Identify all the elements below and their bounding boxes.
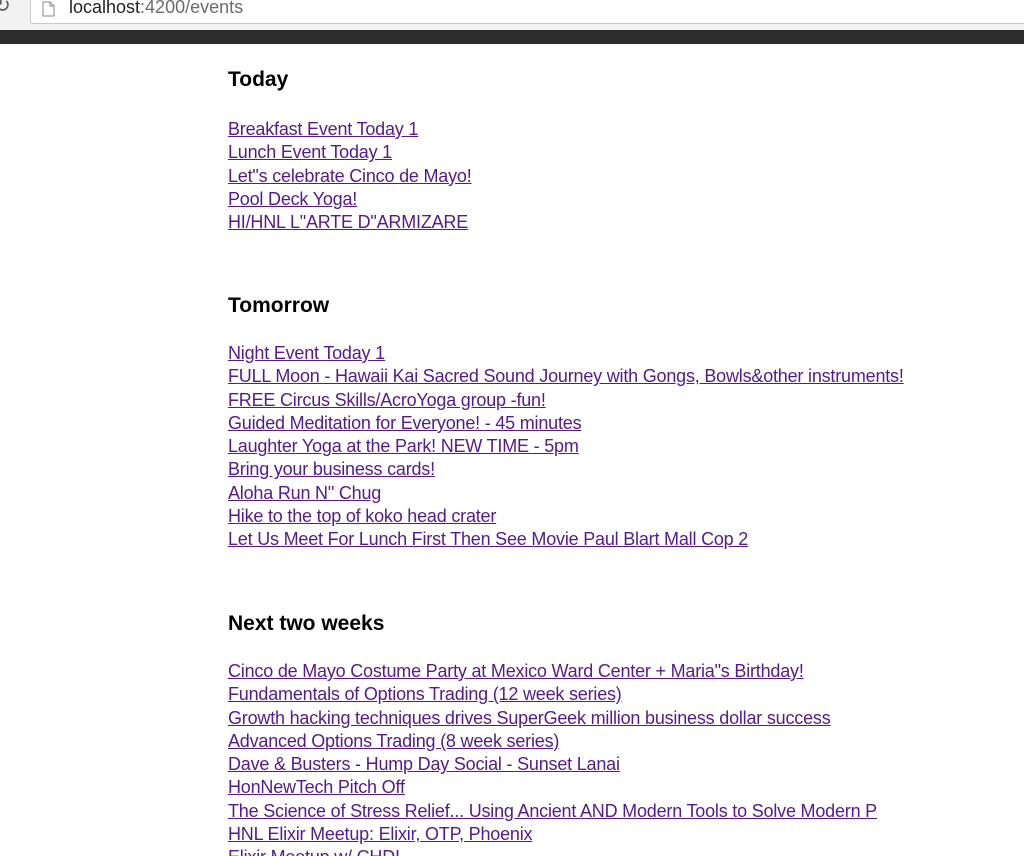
event-link[interactable]: Breakfast Event Today 1	[228, 119, 418, 139]
list-item: HonNewTech Pitch Off	[228, 776, 877, 799]
list-item: Lunch Event Today 1	[228, 141, 472, 164]
event-list-tomorrow: Night Event Today 1 FULL Moon - Hawaii K…	[228, 342, 904, 552]
event-link[interactable]: Aloha Run N" Chug	[228, 483, 381, 503]
event-link[interactable]: Guided Meditation for Everyone! - 45 min…	[228, 413, 582, 433]
event-link[interactable]: Pool Deck Yoga!	[228, 189, 357, 209]
list-item: The Science of Stress Relief... Using An…	[228, 800, 877, 823]
event-link[interactable]: Growth hacking techniques drives SuperGe…	[228, 708, 831, 728]
list-item: Elixir Meetup w/ CHDI	[228, 846, 877, 856]
list-item: Advanced Options Trading (8 week series)	[228, 730, 877, 753]
event-link[interactable]: Night Event Today 1	[228, 343, 385, 363]
list-item: Fundamentals of Options Trading (12 week…	[228, 683, 877, 706]
event-link[interactable]: Fundamentals of Options Trading (12 week…	[228, 684, 622, 704]
list-item: HI/HNL L"ARTE D"ARMIZARE	[228, 211, 472, 234]
event-list-today: Breakfast Event Today 1 Lunch Event Toda…	[228, 118, 472, 234]
list-item: FULL Moon - Hawaii Kai Sacred Sound Jour…	[228, 365, 904, 388]
event-link[interactable]: Laughter Yoga at the Park! NEW TIME - 5p…	[228, 436, 579, 456]
event-link[interactable]: Let Us Meet For Lunch First Then See Mov…	[228, 529, 748, 549]
section-title-next-two-weeks: Next two weeks	[228, 612, 385, 635]
event-link[interactable]: HNL Elixir Meetup: Elixir, OTP, Phoenix	[228, 824, 533, 844]
url-host: localhost	[69, 0, 141, 17]
address-bar[interactable]: localhost:4200/events	[30, 0, 1024, 24]
event-link[interactable]: FREE Circus Skills/AcroYoga group -fun!	[228, 390, 546, 410]
list-item: Guided Meditation for Everyone! - 45 min…	[228, 412, 904, 435]
event-link[interactable]: Hike to the top of koko head crater	[228, 506, 496, 526]
event-link[interactable]: Cinco de Mayo Costume Party at Mexico Wa…	[228, 661, 804, 681]
list-item: FREE Circus Skills/AcroYoga group -fun!	[228, 389, 904, 412]
section-title-today: Today	[228, 68, 289, 91]
page-icon	[42, 1, 55, 17]
list-item: Cinco de Mayo Costume Party at Mexico Wa…	[228, 660, 877, 683]
address-url: localhost:4200/events	[69, 0, 243, 19]
event-link[interactable]: The Science of Stress Relief... Using An…	[228, 801, 877, 821]
list-item: Night Event Today 1	[228, 342, 904, 365]
reload-icon[interactable]: ↻	[0, 0, 14, 16]
section-title-tomorrow: Tomorrow	[228, 294, 330, 317]
event-list-next-two-weeks: Cinco de Mayo Costume Party at Mexico Wa…	[228, 660, 877, 856]
list-item: Breakfast Event Today 1	[228, 118, 472, 141]
event-link[interactable]: Dave & Busters - Hump Day Social - Sunse…	[228, 754, 620, 774]
list-item: Pool Deck Yoga!	[228, 188, 472, 211]
event-link[interactable]: Let"s celebrate Cinco de Mayo!	[228, 166, 472, 186]
app-header-bar	[0, 30, 1024, 44]
list-item: Aloha Run N" Chug	[228, 482, 904, 505]
event-link[interactable]: FULL Moon - Hawaii Kai Sacred Sound Jour…	[228, 366, 904, 386]
list-item: Bring your business cards!	[228, 458, 904, 481]
list-item: Let Us Meet For Lunch First Then See Mov…	[228, 528, 904, 551]
event-link[interactable]: Bring your business cards!	[228, 459, 435, 479]
list-item: HNL Elixir Meetup: Elixir, OTP, Phoenix	[228, 823, 877, 846]
list-item: Laughter Yoga at the Park! NEW TIME - 5p…	[228, 435, 904, 458]
event-link[interactable]: HonNewTech Pitch Off	[228, 777, 405, 797]
list-item: Let"s celebrate Cinco de Mayo!	[228, 165, 472, 188]
event-link[interactable]: Advanced Options Trading (8 week series)	[228, 731, 559, 751]
event-link[interactable]: HI/HNL L"ARTE D"ARMIZARE	[228, 212, 468, 232]
list-item: Dave & Busters - Hump Day Social - Sunse…	[228, 753, 877, 776]
list-item: Hike to the top of koko head crater	[228, 505, 904, 528]
url-path: :4200/events	[140, 0, 244, 17]
browser-toolbar: ↻ localhost:4200/events	[0, 0, 1024, 30]
event-link[interactable]: Elixir Meetup w/ CHDI	[228, 847, 400, 856]
event-link[interactable]: Lunch Event Today 1	[228, 142, 392, 162]
list-item: Growth hacking techniques drives SuperGe…	[228, 707, 877, 730]
